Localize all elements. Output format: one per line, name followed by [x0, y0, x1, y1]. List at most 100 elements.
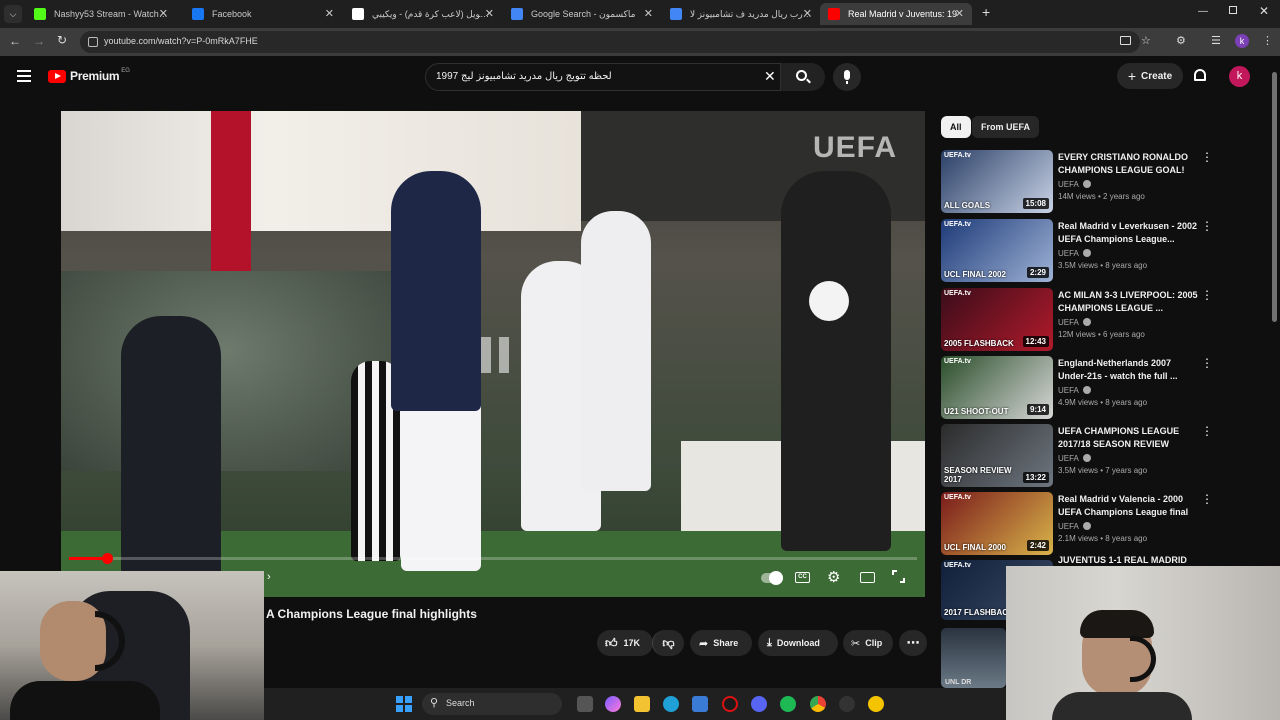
close-window-icon[interactable]: ✕: [1259, 4, 1269, 18]
chip-from-uefa[interactable]: From UEFA: [972, 116, 1040, 138]
dislike-button[interactable]: 👎︎: [652, 630, 684, 656]
edge-icon[interactable]: [663, 696, 679, 712]
back-icon[interactable]: ←: [9, 34, 21, 48]
address-bar[interactable]: youtube.com/watch?v=P-0mRkA7FHE: [80, 31, 1140, 53]
more-options-icon[interactable]: ⋮: [1201, 288, 1213, 302]
close-tab-icon[interactable]: ✕: [325, 7, 334, 20]
more-options-icon[interactable]: ⋮: [1201, 150, 1213, 164]
recommendation-item[interactable]: UEFA.tv 2005 FLASHBACK 12:43 AC MILAN 3-3 L…: [941, 288, 1221, 352]
hamburger-menu-icon[interactable]: [17, 70, 31, 82]
clip-button[interactable]: ✂ Clip: [843, 630, 893, 656]
video-thumbnail[interactable]: UEFA.tv UCL FINAL 2000 2:42: [941, 492, 1053, 555]
recommendation-title[interactable]: Real Madrid v Leverkusen - 2002 UEFA Cha…: [1058, 220, 1198, 246]
forward-icon[interactable]: →: [33, 34, 45, 48]
video-thumbnail[interactable]: UEFA.tv UCL FINAL 2002 2:29: [941, 219, 1053, 282]
task-view-icon[interactable]: [577, 696, 593, 712]
recommendation-item[interactable]: UEFA.tv UCL FINAL 2002 2:29 Real Madrid v L…: [941, 219, 1221, 283]
store-icon[interactable]: [692, 696, 708, 712]
close-tab-icon[interactable]: ✕: [955, 7, 964, 20]
cast-icon[interactable]: [1120, 36, 1131, 45]
video-thumbnail[interactable]: SEASON REVIEW 2017 13:22: [941, 424, 1053, 487]
browser-menu-icon[interactable]: ⋮: [1262, 34, 1273, 47]
channel-name[interactable]: UEFA: [1058, 180, 1091, 189]
scrollbar-thumb[interactable]: [1272, 72, 1277, 322]
search-button[interactable]: [781, 63, 825, 91]
recommendation-title[interactable]: Real Madrid v Valencia - 2000 UEFA Champ…: [1058, 493, 1198, 520]
app-yellow-icon[interactable]: [868, 696, 884, 712]
more-actions-button[interactable]: ⋯: [899, 630, 927, 656]
close-tab-icon[interactable]: ✕: [803, 7, 812, 20]
video-player[interactable]: CHA UEFA › CC ⚙: [61, 111, 925, 597]
share-button[interactable]: ➦ Share: [690, 630, 752, 656]
autoplay-toggle[interactable]: [761, 571, 783, 585]
extensions-icon[interactable]: ⚙: [1176, 34, 1186, 47]
voice-search-button[interactable]: [833, 63, 861, 91]
recommendation-title[interactable]: EVERY CRISTIANO RONALDO CHAMPIONS LEAGUE…: [1058, 151, 1198, 177]
settings-gear-icon[interactable]: ⚙: [827, 568, 840, 586]
close-tab-icon[interactable]: ✕: [159, 7, 168, 20]
next-chapter-icon[interactable]: ›: [267, 571, 271, 583]
recommendation-title[interactable]: UEFA CHAMPIONS LEAGUE 2017/18 SEASON REV…: [1058, 425, 1198, 451]
notifications-bell-icon[interactable]: [1194, 69, 1206, 81]
video-thumbnail[interactable]: UEFA.tv U21 SHOOT-OUT 9:14: [941, 356, 1053, 419]
channel-name[interactable]: UEFA: [1058, 522, 1091, 531]
close-tab-icon[interactable]: ✕: [644, 7, 653, 20]
plus-icon: +: [1127, 68, 1137, 84]
spotify-icon[interactable]: [780, 696, 796, 712]
taskbar-search[interactable]: ⚲ Search: [422, 693, 562, 715]
browser-tab[interactable]: ماكسويل (لاعب كرة قدم) - ويكيبي ✕: [344, 3, 502, 25]
more-options-icon[interactable]: ⋮: [1201, 492, 1213, 506]
recommendation-item[interactable]: SEASON REVIEW 2017 13:22 UEFA CHAMPIONS LE…: [941, 424, 1221, 488]
video-thumbnail[interactable]: UEFA.tv ALL GOALS 15:08: [941, 150, 1053, 213]
channel-name[interactable]: UEFA: [1058, 249, 1091, 258]
profile-avatar[interactable]: k: [1235, 34, 1249, 48]
reload-icon[interactable]: ↻: [57, 33, 67, 47]
youtube-logo[interactable]: Premium EG: [48, 68, 130, 83]
browser-tab[interactable]: Facebook ✕: [184, 3, 342, 25]
channel-name[interactable]: UEFA: [1058, 454, 1091, 463]
browser-tab[interactable]: Nashyy53 Stream - Watch Live ✕: [26, 3, 176, 25]
fullscreen-icon[interactable]: [892, 570, 905, 583]
miniplayer-icon[interactable]: [860, 572, 875, 583]
chip-all[interactable]: All: [941, 116, 971, 138]
obs-icon[interactable]: [839, 696, 855, 712]
more-options-icon[interactable]: ⋮: [1201, 356, 1213, 370]
browser-tab[interactable]: مدرب ريال مدريد ف تشامبيونز لا ✕: [662, 3, 820, 25]
browser-tab[interactable]: Real Madrid v Juventus: 19 ✕: [820, 3, 972, 25]
windows-start-icon[interactable]: [396, 696, 412, 712]
new-tab-button[interactable]: +: [982, 4, 990, 20]
reading-list-icon[interactable]: ☰: [1211, 34, 1221, 47]
captions-icon[interactable]: CC: [795, 572, 810, 583]
create-button[interactable]: + Create: [1117, 63, 1183, 89]
clear-search-icon[interactable]: ✕: [764, 68, 776, 85]
close-tab-icon[interactable]: ✕: [485, 7, 494, 20]
app-red-icon[interactable]: [722, 696, 738, 712]
pause-icon[interactable]: [481, 337, 511, 373]
more-options-icon[interactable]: ⋮: [1201, 219, 1213, 233]
minimize-icon[interactable]: —: [1198, 6, 1208, 17]
more-options-icon[interactable]: ⋮: [1201, 424, 1213, 438]
discord-icon[interactable]: [751, 696, 767, 712]
recommendation-item[interactable]: UEFA.tv U21 SHOOT-OUT 9:14 England-Netherla…: [941, 356, 1221, 420]
bookmark-star-icon[interactable]: ☆: [1141, 34, 1151, 47]
copilot-icon[interactable]: [605, 696, 621, 712]
video-thumbnail[interactable]: UNL DR: [941, 628, 1006, 688]
download-button[interactable]: ⤓ Download: [758, 630, 838, 656]
account-avatar[interactable]: k: [1229, 66, 1250, 87]
recommendation-item[interactable]: UEFA.tv ALL GOALS 15:08 EVERY CRISTIANO RON…: [941, 150, 1221, 214]
recommendation-title[interactable]: England-Netherlands 2007 Under-21s - wat…: [1058, 357, 1198, 383]
recommendation-item[interactable]: UEFA.tv UCL FINAL 2000 2:42 Real Madrid v V…: [941, 492, 1221, 556]
video-thumbnail[interactable]: UEFA.tv 2005 FLASHBACK 12:43: [941, 288, 1053, 351]
restore-icon[interactable]: [1229, 6, 1237, 14]
like-button[interactable]: 👍︎ 17K: [597, 630, 653, 656]
chrome-icon[interactable]: [810, 696, 826, 712]
recommendation-title[interactable]: AC MILAN 3-3 LIVERPOOL: 2005 CHAMPIONS L…: [1058, 289, 1198, 315]
search-input[interactable]: لحظه تتويج ريال مدريد تشامبيونز ليج 1997…: [425, 63, 781, 91]
browser-tab[interactable]: Google Search - ماكسمون ✕: [503, 3, 661, 25]
tab-search-dropdown-icon[interactable]: ⌵: [4, 5, 22, 23]
progress-bar[interactable]: [69, 553, 917, 564]
channel-name[interactable]: UEFA: [1058, 318, 1091, 327]
file-explorer-icon[interactable]: [634, 696, 650, 712]
channel-name[interactable]: UEFA: [1058, 386, 1091, 395]
site-info-icon[interactable]: [88, 37, 98, 47]
